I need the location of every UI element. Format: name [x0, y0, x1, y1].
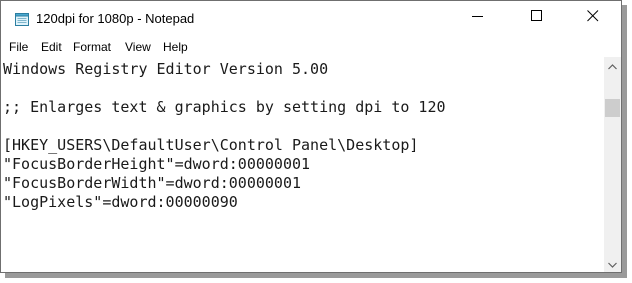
text-editor-area[interactable]: Windows Registry Editor Version 5.00 ;; …	[1, 57, 604, 272]
notepad-icon[interactable]	[14, 11, 30, 27]
menu-help[interactable]: Help	[163, 40, 188, 54]
notepad-window: 120dpi for 1080p - Notepad File Edit For…	[0, 0, 622, 273]
window-title: 120dpi for 1080p - Notepad	[36, 11, 195, 26]
minimize-button[interactable]	[456, 1, 500, 35]
chevron-down-icon	[608, 255, 617, 273]
menu-format[interactable]: Format	[73, 40, 111, 54]
chevron-up-icon	[608, 57, 617, 75]
menu-edit[interactable]: Edit	[41, 40, 62, 54]
menu-view[interactable]: View	[125, 40, 151, 54]
editor-line: Windows Registry Editor Version 5.00	[3, 60, 329, 78]
editor-line: [HKEY_USERS\DefaultUser\Control Panel\De…	[3, 136, 419, 154]
vertical-scrollbar[interactable]	[604, 57, 621, 272]
close-button[interactable]	[571, 1, 615, 35]
editor-line: "FocusBorderWidth"=dword:00000001	[3, 174, 302, 192]
editor-line: ;; Enlarges text & graphics by setting d…	[3, 98, 446, 116]
editor-line: "FocusBorderHeight"=dword:00000001	[3, 155, 311, 173]
scroll-thumb[interactable]	[605, 99, 620, 117]
maximize-icon	[531, 9, 543, 27]
editor-line: "LogPixels"=dword:00000090	[3, 193, 238, 211]
maximize-button[interactable]	[515, 1, 559, 35]
close-icon	[587, 9, 599, 27]
minimize-icon	[472, 9, 484, 27]
scroll-down-button[interactable]	[604, 255, 621, 272]
scroll-up-button[interactable]	[604, 57, 621, 74]
title-bar[interactable]: 120dpi for 1080p - Notepad	[1, 1, 621, 37]
menu-bar: File Edit Format View Help	[1, 37, 621, 57]
menu-file[interactable]: File	[9, 40, 28, 54]
